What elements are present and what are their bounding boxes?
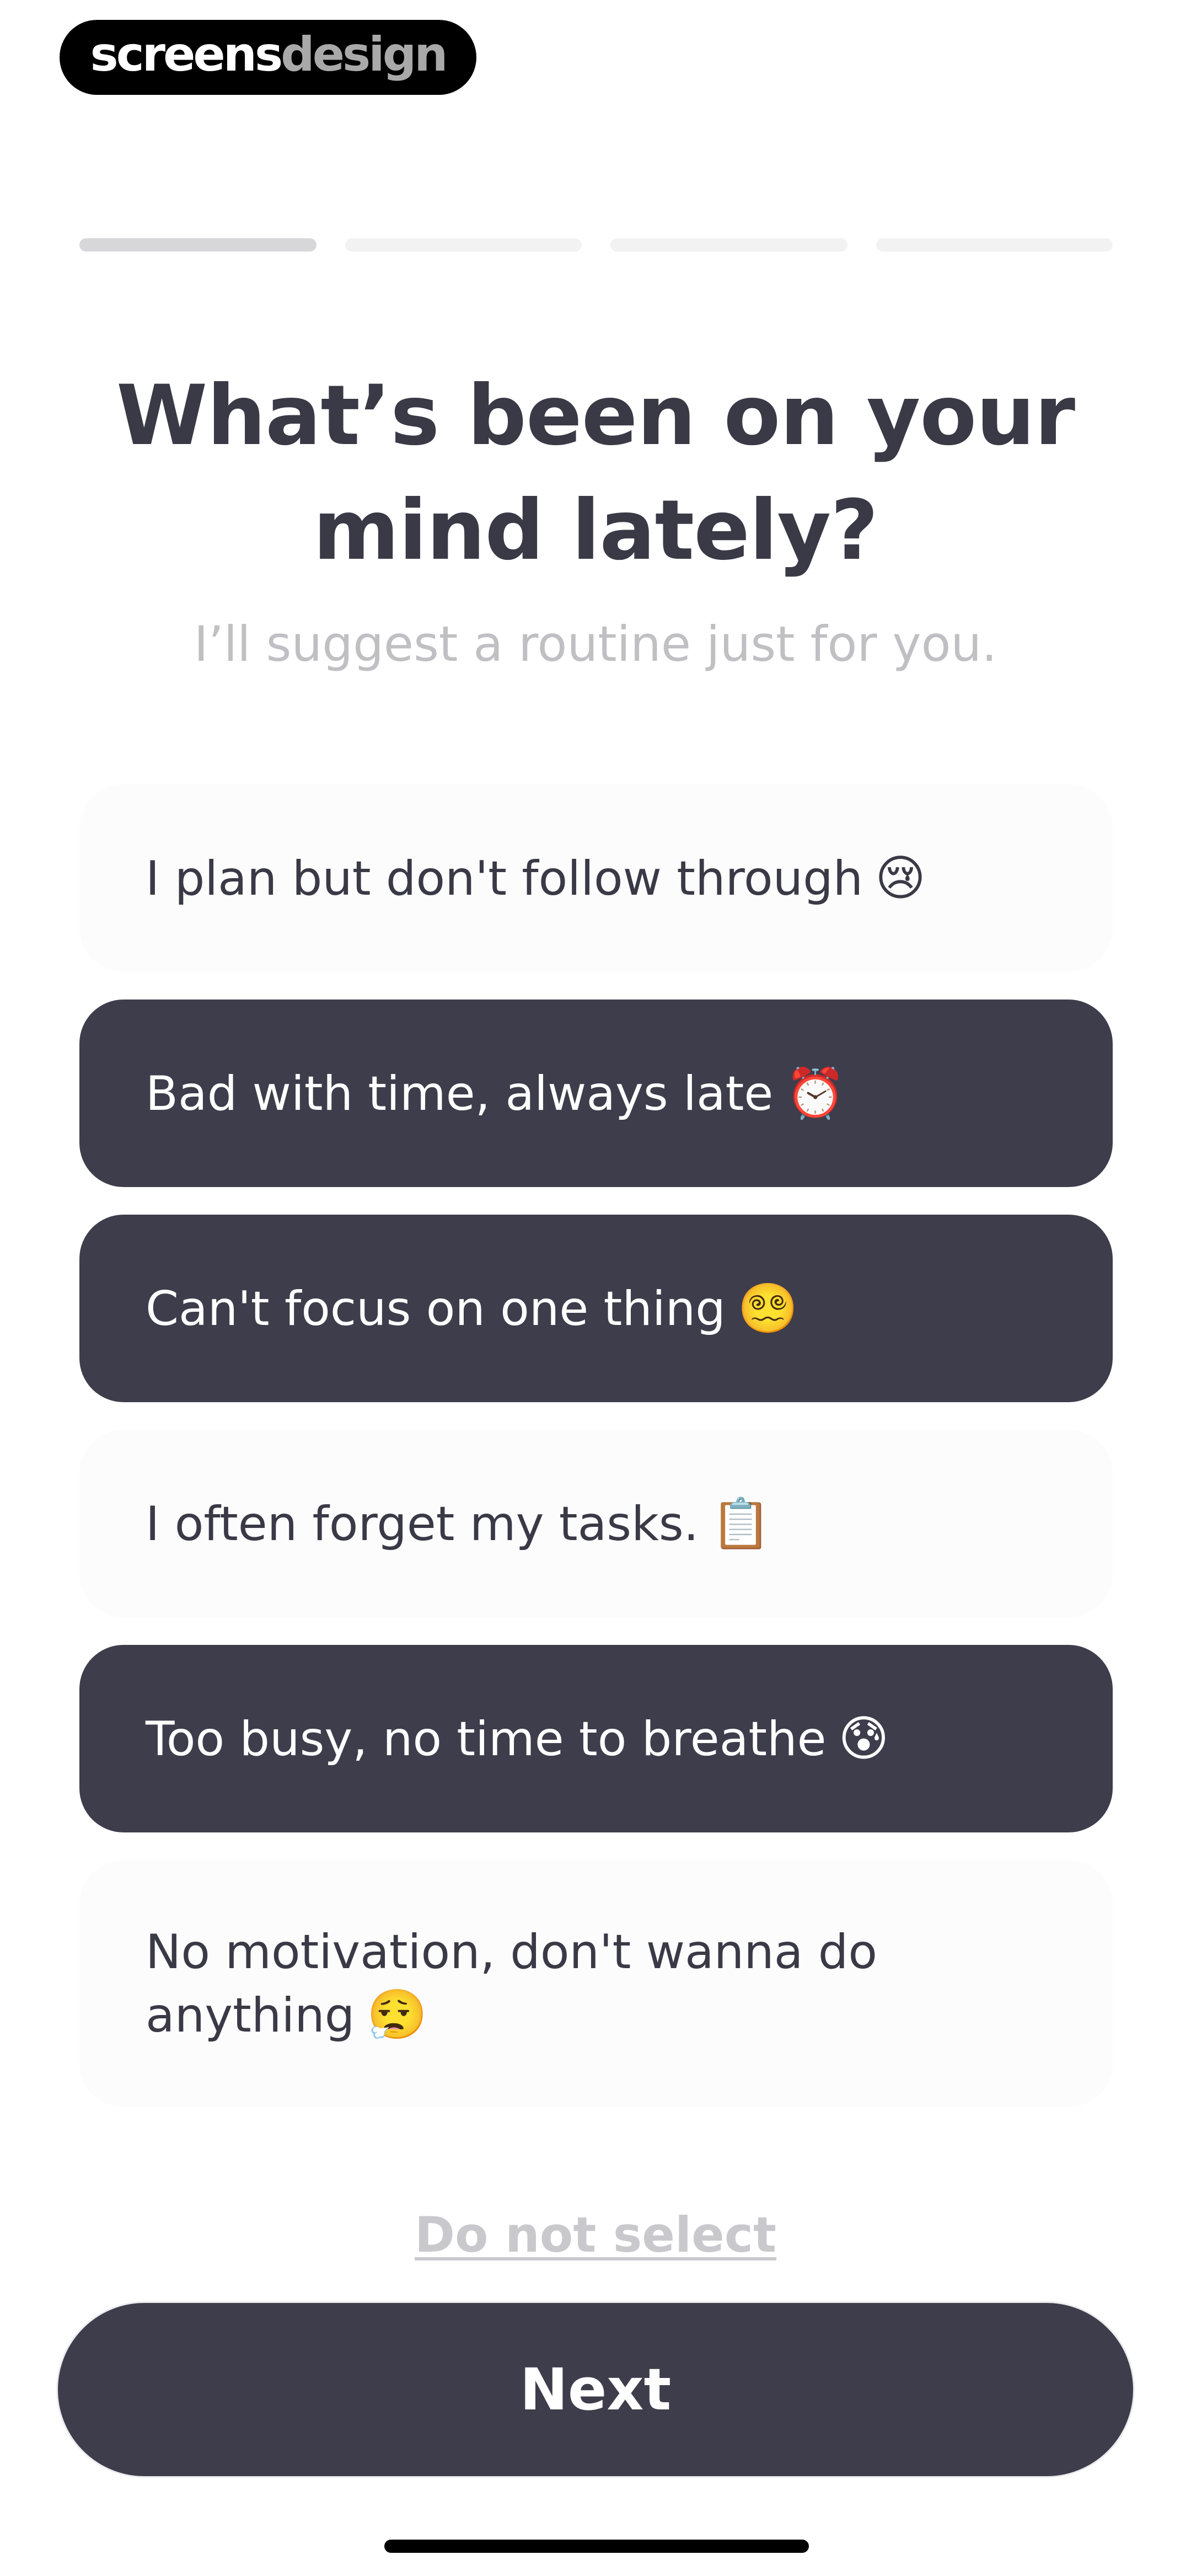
anxious-face-icon: 😰 [838,1709,889,1767]
progress-segment-3 [610,238,847,252]
option-label: Can't focus on one thing [146,1281,726,1337]
option-cant-focus[interactable]: Can't focus on one thing 😵‍💫 [79,1215,1113,1402]
option-plan-but-dont-follow-through[interactable]: I plan but don't follow through 😢 [79,784,1113,972]
logo-text-screens: screens [90,27,283,82]
progress-segment-4 [876,238,1113,252]
clipboard-icon: 📋 [711,1494,771,1552]
question-title: What’s been on your mind lately? [116,368,1075,579]
option-label: I plan but don't follow through [146,851,863,906]
progress-segment-2 [345,238,582,252]
logo-text-design: design [281,27,448,82]
option-label: I often forget my tasks. [146,1496,699,1552]
option-bad-with-time[interactable]: Bad with time, always late ⏰ [79,1000,1113,1187]
question-subtitle: I’ll suggest a routine just for you. [194,616,997,672]
option-label: Too busy, no time to breathe [146,1711,827,1767]
option-label: No motivation, don't wanna do anything [146,1924,877,2043]
option-label: Bad with time, always late [146,1066,774,1121]
dizzy-face-icon: 😵‍💫 [737,1279,798,1337]
exhaling-face-icon: 😮‍💨 [367,1986,427,2043]
alarm-clock-icon: ⏰ [785,1064,846,1121]
option-forget-tasks[interactable]: I often forget my tasks. 📋 [79,1430,1113,1617]
option-no-motivation[interactable]: No motivation, don't wanna do anything 😮‍… [79,1860,1113,2107]
option-too-busy[interactable]: Too busy, no time to breathe 😰 [79,1645,1113,1832]
progress-bar [79,238,1113,252]
progress-segment-1 [79,238,316,252]
crying-face-icon: 😢 [875,849,926,906]
home-indicator [384,2540,809,2553]
options-list: I plan but don't follow through 😢 Bad wit… [79,784,1113,2135]
next-button[interactable]: Next [56,2301,1135,2478]
screensdesign-logo: screens design [60,20,476,95]
do-not-select-link[interactable]: Do not select [0,2202,1191,2268]
